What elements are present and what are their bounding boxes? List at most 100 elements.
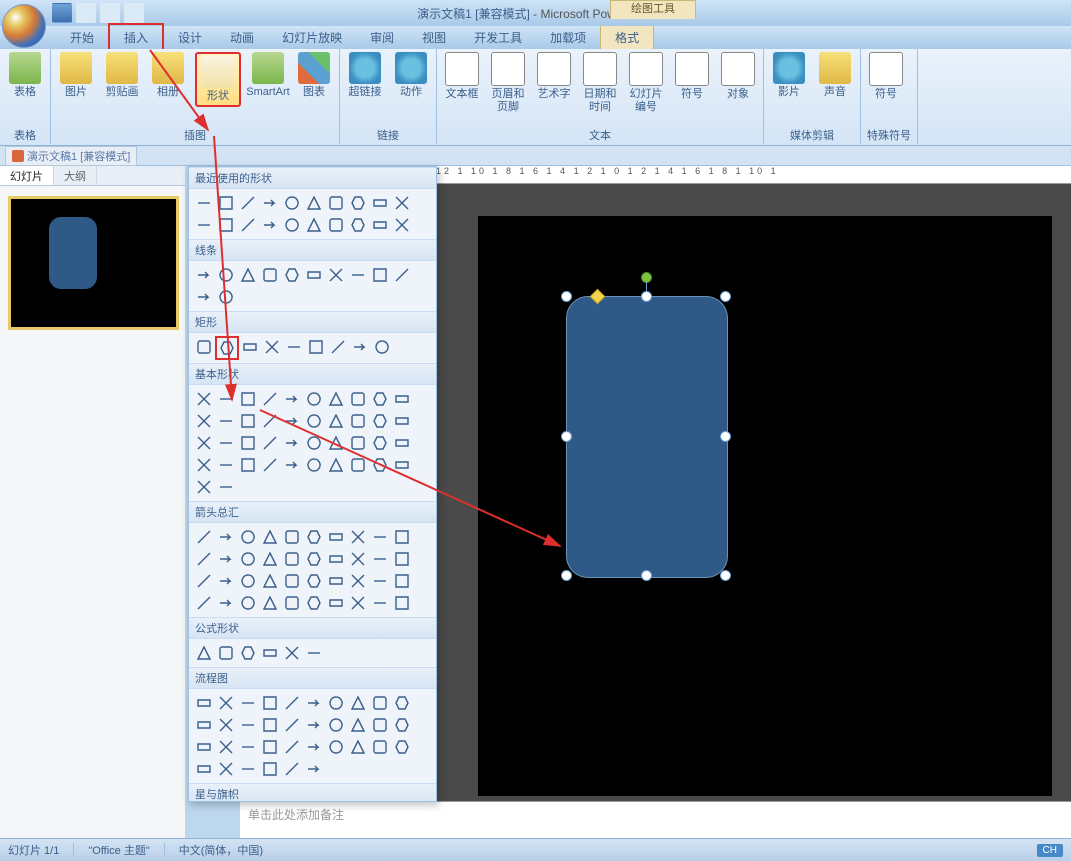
shape-item[interactable] <box>303 454 325 476</box>
shape-item[interactable] <box>237 432 259 454</box>
shape-item[interactable] <box>193 388 215 410</box>
shape-item[interactable] <box>347 214 369 236</box>
shape-item[interactable] <box>325 388 347 410</box>
shape-item[interactable] <box>347 714 369 736</box>
shape-item[interactable] <box>239 336 261 358</box>
shape-item[interactable] <box>325 432 347 454</box>
ribbon-btn-表格[interactable]: 表格 <box>6 52 44 99</box>
shape-item[interactable] <box>193 264 215 286</box>
shape-item[interactable] <box>303 388 325 410</box>
shape-item[interactable] <box>215 570 237 592</box>
shape-item[interactable] <box>347 410 369 432</box>
shape-item[interactable] <box>347 692 369 714</box>
shape-item[interactable] <box>259 410 281 432</box>
shape-item[interactable] <box>347 592 369 614</box>
shape-item[interactable] <box>259 388 281 410</box>
shape-item[interactable] <box>369 192 391 214</box>
shape-item[interactable] <box>391 192 413 214</box>
resize-handle-ne[interactable] <box>720 291 731 302</box>
shape-item[interactable] <box>303 192 325 214</box>
notes-pane[interactable]: 单击此处添加备注 <box>240 801 1071 838</box>
shape-item[interactable] <box>391 454 413 476</box>
shape-item[interactable] <box>259 714 281 736</box>
resize-handle-s[interactable] <box>641 570 652 581</box>
ribbon-btn-剪贴画[interactable]: 剪贴画 <box>103 52 141 99</box>
shape-item[interactable] <box>281 592 303 614</box>
shape-item[interactable] <box>259 192 281 214</box>
qat-print-icon[interactable] <box>124 3 144 23</box>
shape-item[interactable] <box>237 410 259 432</box>
status-language[interactable]: 中文(简体，中国) <box>179 842 263 858</box>
shape-item[interactable] <box>347 526 369 548</box>
tab-5[interactable]: 审阅 <box>356 25 408 49</box>
shape-item[interactable] <box>237 388 259 410</box>
shape-item[interactable] <box>303 264 325 286</box>
shape-item[interactable] <box>193 410 215 432</box>
tab-outline[interactable]: 大纲 <box>54 166 97 185</box>
shape-item[interactable] <box>193 432 215 454</box>
shape-item[interactable] <box>347 388 369 410</box>
shape-item[interactable] <box>193 454 215 476</box>
shape-item[interactable] <box>369 388 391 410</box>
qat-redo-icon[interactable] <box>100 3 120 23</box>
shape-item[interactable] <box>369 548 391 570</box>
ribbon-btn-声音[interactable]: 声音 <box>816 52 854 99</box>
shape-item[interactable] <box>215 526 237 548</box>
shape-item[interactable] <box>325 264 347 286</box>
shape-item[interactable] <box>237 548 259 570</box>
shape-item[interactable] <box>193 570 215 592</box>
shape-item[interactable] <box>237 642 259 664</box>
shape-item[interactable] <box>259 526 281 548</box>
shape-item[interactable] <box>369 736 391 758</box>
shape-item[interactable] <box>281 388 303 410</box>
shape-item[interactable] <box>259 264 281 286</box>
shape-item[interactable] <box>259 432 281 454</box>
ribbon-btn-日期和时间[interactable]: 日期和时间 <box>581 52 619 114</box>
shape-item[interactable] <box>371 336 393 358</box>
shape-item[interactable] <box>303 526 325 548</box>
shape-item[interactable] <box>215 286 237 308</box>
shape-item[interactable] <box>369 526 391 548</box>
shape-item[interactable] <box>281 714 303 736</box>
shape-item[interactable] <box>281 736 303 758</box>
ribbon-btn-形状[interactable]: 形状 <box>195 52 241 107</box>
shape-item[interactable] <box>325 736 347 758</box>
shape-item[interactable] <box>215 714 237 736</box>
shape-item[interactable] <box>391 692 413 714</box>
shape-item[interactable] <box>303 214 325 236</box>
shape-item[interactable] <box>281 410 303 432</box>
ribbon-btn-文本框[interactable]: 文本框 <box>443 52 481 101</box>
resize-handle-se[interactable] <box>720 570 731 581</box>
shape-item[interactable] <box>193 526 215 548</box>
shape-item[interactable] <box>281 264 303 286</box>
shape-item[interactable] <box>237 758 259 780</box>
shape-item[interactable] <box>193 476 215 498</box>
qat-save-icon[interactable] <box>52 3 72 23</box>
shape-item[interactable] <box>261 336 283 358</box>
shape-item[interactable] <box>193 642 215 664</box>
shape-item[interactable] <box>281 692 303 714</box>
shape-item[interactable] <box>303 758 325 780</box>
tab-9[interactable]: 格式 <box>600 24 654 49</box>
selected-shape[interactable] <box>566 296 726 576</box>
shape-item[interactable] <box>281 432 303 454</box>
office-button[interactable] <box>2 4 46 48</box>
shape-item[interactable] <box>347 192 369 214</box>
shape-item[interactable] <box>391 264 413 286</box>
rounded-rectangle-shape[interactable] <box>566 296 728 578</box>
shape-item[interactable] <box>303 570 325 592</box>
shape-item[interactable] <box>259 548 281 570</box>
ribbon-btn-超链接[interactable]: 超链接 <box>346 52 384 99</box>
shape-item[interactable] <box>193 714 215 736</box>
shape-item[interactable] <box>193 336 215 358</box>
shape-item[interactable] <box>281 548 303 570</box>
shape-item[interactable] <box>325 214 347 236</box>
ribbon-btn-对象[interactable]: 对象 <box>719 52 757 101</box>
shape-item[interactable] <box>303 548 325 570</box>
shape-item[interactable] <box>391 548 413 570</box>
tab-1[interactable]: 插入 <box>108 23 164 49</box>
shape-item[interactable] <box>215 692 237 714</box>
ribbon-btn-影片[interactable]: 影片 <box>770 52 808 99</box>
shape-item[interactable] <box>391 570 413 592</box>
shape-item[interactable] <box>215 214 237 236</box>
